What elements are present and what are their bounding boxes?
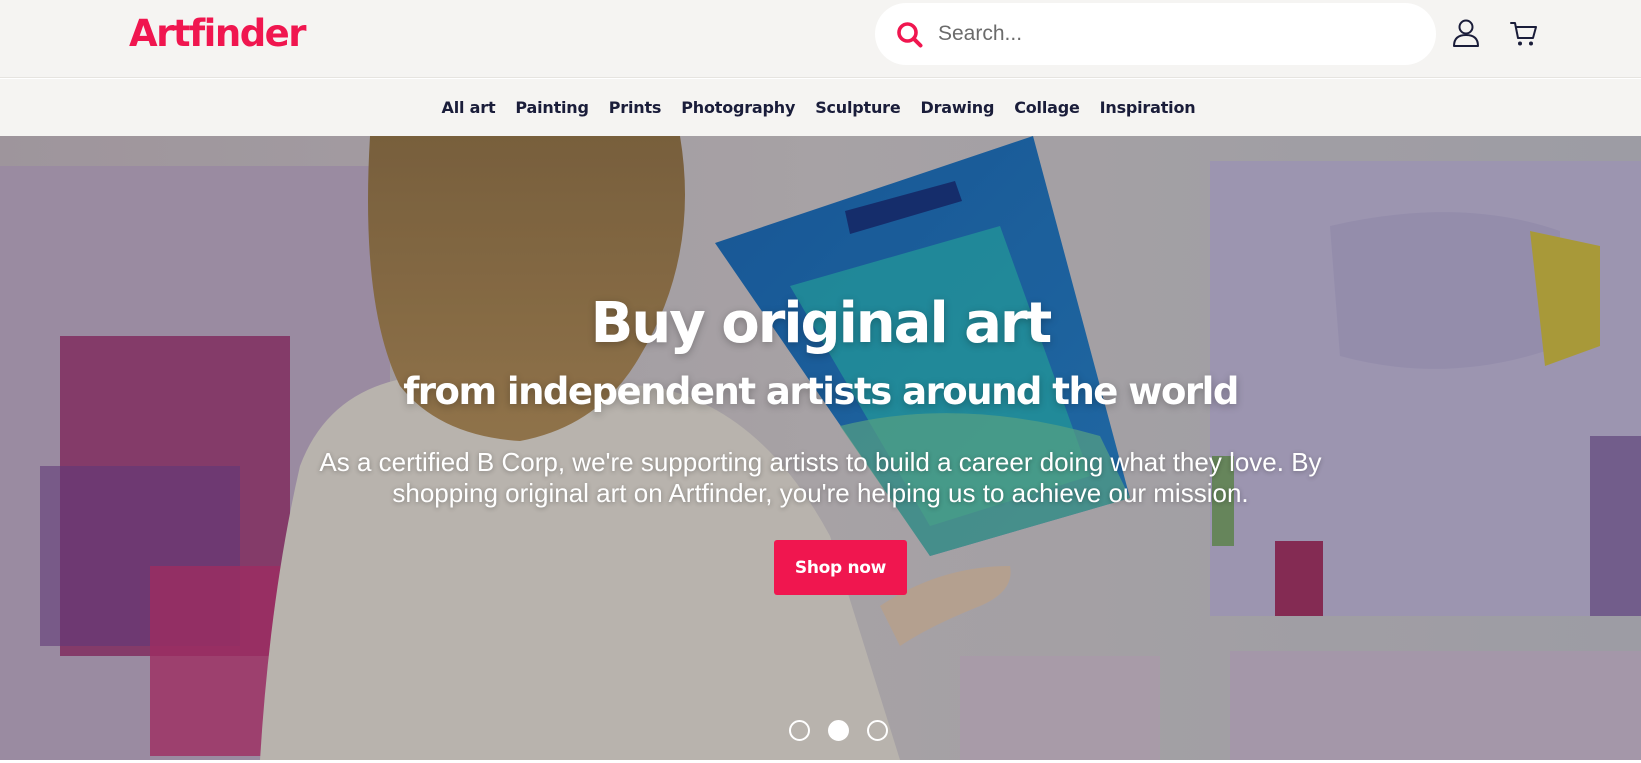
shop-now-button[interactable]: Shop now [774, 540, 907, 595]
nav-item-photography[interactable]: Photography [671, 98, 805, 117]
nav-item-all-art[interactable]: All art [432, 98, 506, 117]
hero-description: As a certified B Corp, we're supporting … [319, 447, 1322, 508]
category-nav: All art Painting Prints Photography Scul… [0, 79, 1641, 136]
hero-title: Buy original art [590, 291, 1053, 356]
nav-item-painting[interactable]: Painting [505, 98, 598, 117]
hero-content: Buy original art from independent artist… [0, 136, 1641, 760]
site-header: Artfinder [0, 0, 1641, 78]
nav-item-collage[interactable]: Collage [1004, 98, 1089, 117]
nav-item-inspiration[interactable]: Inspiration [1090, 98, 1206, 117]
search-bar[interactable] [875, 3, 1436, 65]
nav-item-sculpture[interactable]: Sculpture [805, 98, 910, 117]
carousel-dot-1[interactable] [789, 720, 810, 741]
search-icon[interactable] [895, 20, 925, 50]
nav-item-prints[interactable]: Prints [599, 98, 671, 117]
hero-subtitle: from independent artists around the worl… [403, 370, 1239, 413]
carousel-dot-2[interactable] [828, 720, 849, 741]
artfinder-logo[interactable]: Artfinder [129, 12, 307, 55]
carousel-dot-3[interactable] [867, 720, 888, 741]
category-list: All art Painting Prints Photography Scul… [432, 98, 1206, 117]
cart-icon[interactable] [1508, 17, 1540, 49]
nav-item-drawing[interactable]: Drawing [911, 98, 1005, 117]
search-input[interactable] [938, 15, 1408, 53]
hero-banner: Buy original art from independent artist… [0, 136, 1641, 760]
user-icon[interactable] [1450, 17, 1482, 49]
carousel-indicators [789, 720, 888, 741]
